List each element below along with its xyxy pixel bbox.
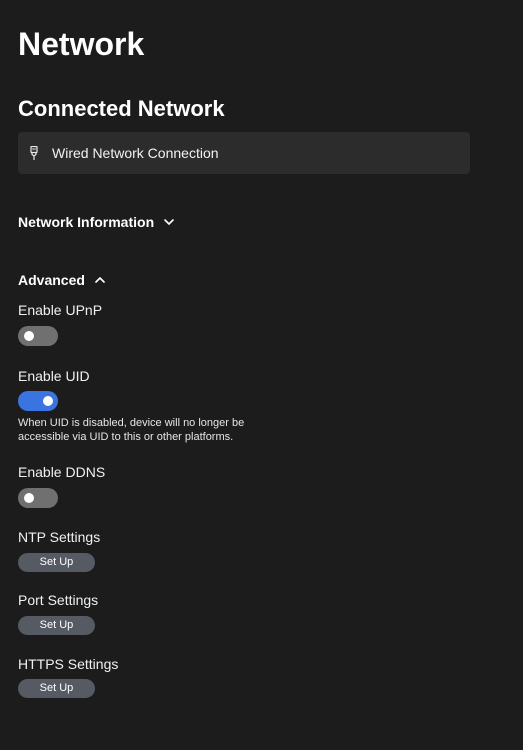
port-settings-label: Port Settings [18,592,99,608]
chevron-down-icon [164,217,174,227]
toggle-knob [24,331,34,341]
toggle-knob [43,396,53,406]
toggle-knob [24,493,34,503]
upnp-toggle[interactable] [18,326,58,346]
upnp-label: Enable UPnP [18,302,103,318]
connected-network-card: Wired Network Connection [18,132,470,174]
port-setup-button[interactable]: Set Up [18,616,95,635]
connection-name: Wired Network Connection [52,145,219,161]
advanced-label: Advanced [18,272,85,288]
network-information-label: Network Information [18,214,155,230]
connected-network-heading: Connected Network [18,96,225,121]
uid-label: Enable UID [18,368,90,384]
ddns-toggle[interactable] [18,488,58,508]
ntp-setup-button[interactable]: Set Up [18,553,95,572]
network-information-toggle[interactable]: Network Information [18,214,174,230]
ethernet-plug-icon [29,145,39,161]
network-settings-page: Network Connected Network Wired Network … [0,0,523,750]
uid-toggle[interactable] [18,391,58,411]
https-setup-button[interactable]: Set Up [18,679,95,698]
ntp-settings-label: NTP Settings [18,529,101,545]
page-title: Network [18,26,145,62]
chevron-up-icon [95,275,105,285]
uid-hint: When UID is disabled, device will no lon… [18,417,245,443]
https-settings-label: HTTPS Settings [18,656,119,672]
ddns-label: Enable DDNS [18,464,106,480]
advanced-toggle[interactable]: Advanced [18,272,105,288]
